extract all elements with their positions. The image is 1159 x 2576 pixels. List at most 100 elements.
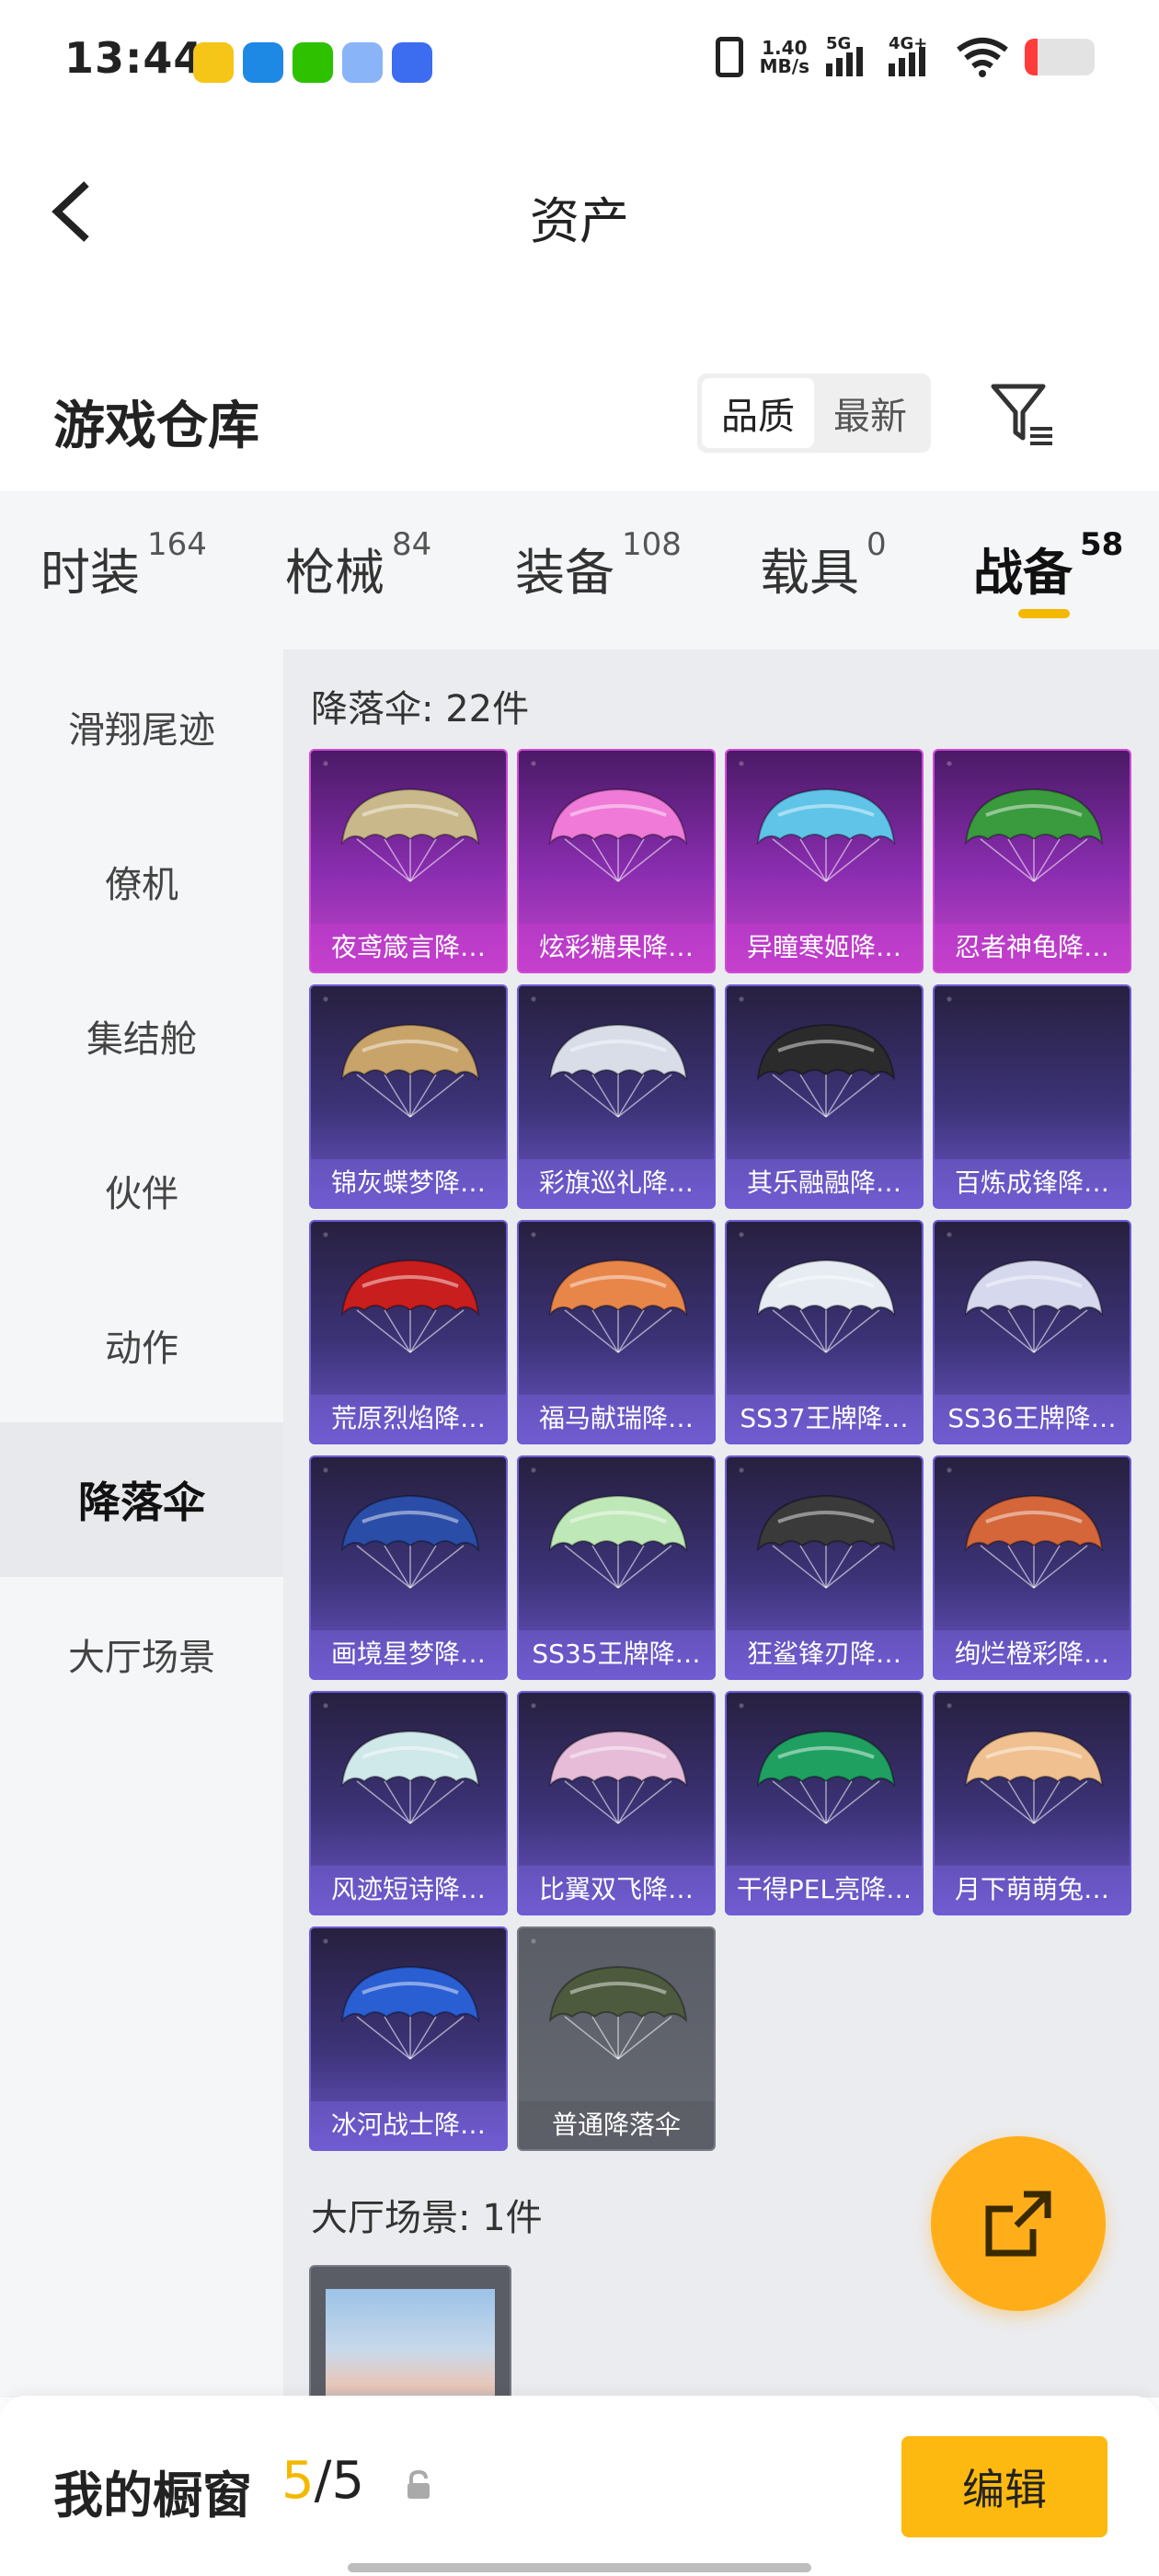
sidebar-item-emote[interactable]: 动作: [0, 1268, 283, 1422]
item-name: 炫彩糖果降…: [519, 924, 714, 972]
decorative-dots: [528, 758, 539, 769]
item-grid-area: 降落伞: 22件 夜鸢箴言降… 炫彩糖果降… 异瞳寒姬降… 忍者神龟降… 锦灰蝶梦降… 彩…: [283, 650, 1159, 2398]
network-type-1: 5G: [826, 34, 852, 53]
scene-thumbnail: [326, 2289, 495, 2398]
tab-vehicles[interactable]: 载具 0: [760, 526, 887, 604]
parachute-icon: [756, 1023, 896, 1118]
status-indicators: 1.40 MB/s 5G 4G+: [715, 34, 1095, 77]
parachute-item-card[interactable]: 锦灰蝶梦降…: [309, 984, 508, 1209]
sidebar-item-parachute[interactable]: 降落伞: [0, 1422, 283, 1577]
parachute-icon: [548, 1259, 688, 1353]
parachute-item-card[interactable]: 风迹短诗降…: [309, 1691, 508, 1915]
decorative-dots: [944, 994, 955, 1005]
sort-toggle: 品质 最新: [697, 374, 931, 453]
item-name: 干得PEL亮降…: [727, 1866, 922, 1914]
item-name: 冰河战士降…: [311, 2101, 506, 2149]
parachute-item-card[interactable]: 普通降落伞: [517, 1926, 716, 2151]
parachute-item-card[interactable]: 月下萌萌兔…: [933, 1691, 1131, 1915]
parachute-item-card[interactable]: 异瞳寒姬降…: [725, 749, 924, 973]
item-name: 普通降落伞: [519, 2101, 714, 2149]
parachute-item-card[interactable]: 比翼双飞降…: [517, 1691, 716, 1915]
showcase-current: 5: [281, 2451, 315, 2511]
tab-count: 0: [866, 526, 887, 563]
sidebar-item-lobby-scene[interactable]: 大厅场景: [0, 1577, 283, 1731]
parachute-item-card[interactable]: 炫彩糖果降…: [517, 749, 716, 973]
decorative-dots: [528, 1936, 539, 1947]
parachute-item-card[interactable]: 忍者神龟降…: [933, 749, 1131, 973]
parachute-item-card[interactable]: 彩旗巡礼降…: [517, 984, 716, 1209]
sort-quality-option[interactable]: 品质: [702, 378, 814, 448]
edit-button[interactable]: 编辑: [901, 2436, 1107, 2537]
parachute-item-card[interactable]: 冰河战士降…: [309, 1926, 508, 2151]
battery-icon: [1025, 39, 1095, 75]
parachute-item-card[interactable]: SS35王牌降…: [517, 1455, 716, 1680]
share-icon: [985, 2191, 1051, 2257]
filter-icon[interactable]: [990, 381, 1056, 445]
tab-fashion[interactable]: 时装 164: [40, 526, 207, 604]
home-indicator[interactable]: [348, 2563, 811, 2572]
tab-weapons[interactable]: 枪械 84: [285, 526, 431, 604]
speed-value: 1.40: [762, 37, 808, 59]
tab-label: 枪械: [285, 544, 384, 602]
status-time: 13:44: [64, 33, 204, 83]
tab-label: 载具: [760, 544, 859, 602]
parachute-item-card[interactable]: 百炼成锋降…: [933, 984, 1131, 1209]
warehouse-title: 游戏仓库: [53, 397, 259, 456]
parachute-icon: [548, 1965, 688, 2060]
decorative-dots: [736, 758, 747, 769]
parachute-icon: [340, 1259, 480, 1353]
sidebar-item-assembly-pod[interactable]: 集结舱: [0, 959, 283, 1113]
decorative-dots: [528, 994, 539, 1005]
decorative-dots: [320, 1936, 331, 1947]
parachute-item-card[interactable]: 绚烂橙彩降…: [933, 1455, 1131, 1680]
showcase-count: 5/5: [281, 2451, 364, 2511]
lobby-scene-card[interactable]: [309, 2265, 511, 2398]
sort-newest-option[interactable]: 最新: [814, 378, 926, 448]
parachute-icon: [964, 1259, 1104, 1353]
parachute-icon: [756, 1494, 896, 1589]
item-name: SS35王牌降…: [519, 1630, 714, 1678]
item-name: 绚烂橙彩降…: [935, 1630, 1130, 1678]
item-name: 画境星梦降…: [311, 1630, 506, 1678]
speed-unit: MB/s: [759, 55, 809, 77]
parachute-icon: [340, 1494, 480, 1589]
notification-icons: [193, 42, 432, 83]
item-name: 狂鲨锋刃降…: [727, 1630, 922, 1678]
parachute-item-card[interactable]: 狂鲨锋刃降…: [725, 1455, 924, 1680]
tab-war-prep[interactable]: 战备 58: [973, 526, 1123, 604]
parachute-item-card[interactable]: 画境星梦降…: [309, 1455, 508, 1680]
parachute-icon: [548, 1730, 688, 1824]
signal-5g-icon: 5G: [826, 34, 872, 76]
item-name: 忍者神龟降…: [935, 924, 1130, 972]
page-title: 资产: [530, 192, 629, 250]
sidebar-item-glide-trail[interactable]: 滑翔尾迹: [0, 650, 283, 804]
parachute-item-card[interactable]: SS37王牌降…: [725, 1220, 924, 1444]
parachute-item-card[interactable]: 福马献瑞降…: [517, 1220, 716, 1444]
parachute-item-card[interactable]: 荒原烈焰降…: [309, 1220, 508, 1444]
decorative-dots: [736, 1465, 747, 1476]
tab-count: 58: [1080, 526, 1124, 563]
decorative-dots: [320, 1700, 331, 1711]
share-button[interactable]: [931, 2136, 1106, 2311]
parachute-section-label: 降落伞: 22件: [311, 688, 530, 730]
tab-equipment[interactable]: 装备 108: [515, 526, 682, 604]
status-bar: 13:44 1.40 MB/s 5G 4G+: [0, 0, 1159, 124]
decorative-dots: [320, 758, 331, 769]
active-tab-indicator: [1018, 609, 1070, 618]
parachute-item-card[interactable]: 夜鸢箴言降…: [309, 749, 508, 973]
tab-count: 84: [392, 526, 432, 563]
showcase-bar: 我的橱窗 5/5 编辑: [0, 2396, 1159, 2576]
parachute-item-card[interactable]: 其乐融融降…: [725, 984, 924, 1209]
parachute-item-card[interactable]: 干得PEL亮降…: [725, 1691, 924, 1915]
item-name: 锦灰蝶梦降…: [311, 1159, 506, 1207]
showcase-total: 5: [331, 2451, 365, 2511]
sidebar-item-wingman[interactable]: 僚机: [0, 804, 283, 959]
item-name: 夜鸢箴言降…: [311, 924, 506, 972]
sidebar-item-companion[interactable]: 伙伴: [0, 1113, 283, 1268]
parachute-item-card[interactable]: SS36王牌降…: [933, 1220, 1131, 1444]
decorative-dots: [944, 758, 955, 769]
lock-icon: [407, 2469, 430, 2499]
item-name: 异瞳寒姬降…: [727, 924, 922, 972]
decorative-dots: [320, 994, 331, 1005]
tab-count: 164: [147, 526, 207, 563]
